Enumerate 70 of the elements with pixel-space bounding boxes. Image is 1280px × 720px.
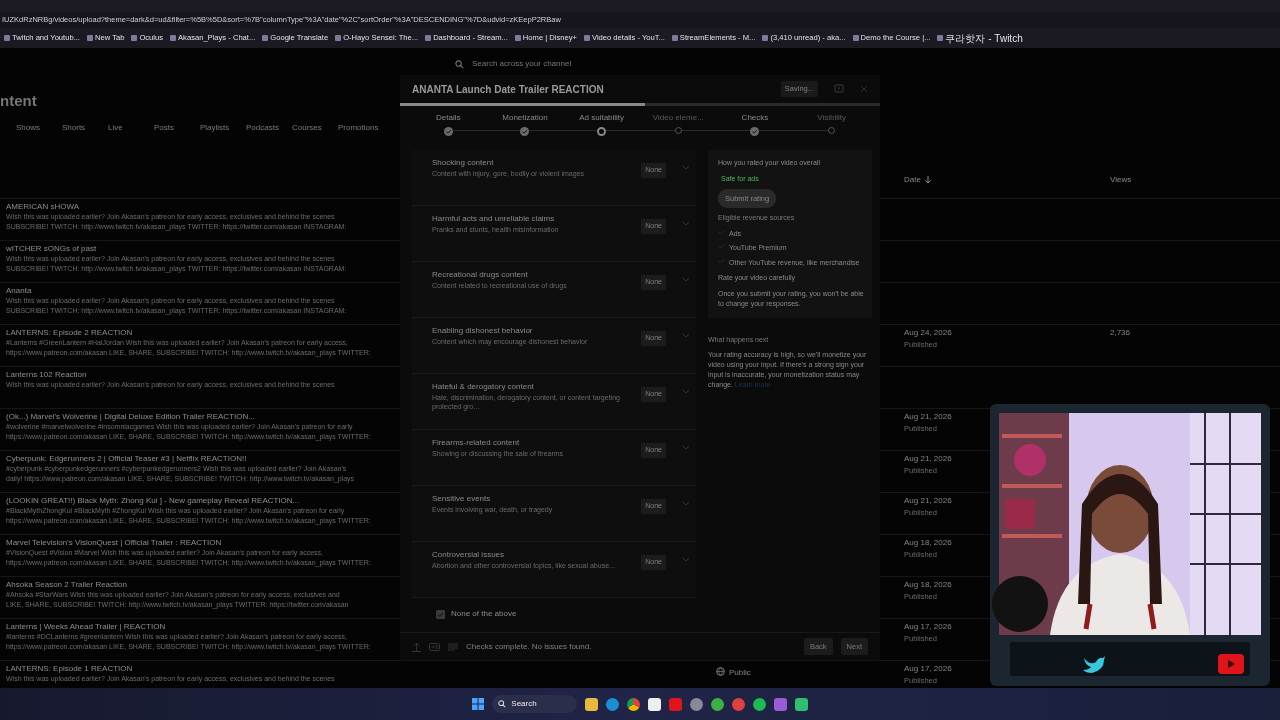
step-label[interactable]: Checks [741,112,769,124]
video-title[interactable]: LANTERNS: Episode 1 REACTION [0,661,400,674]
step-indicator[interactable] [750,127,760,136]
views-column-header: Views [1110,174,1132,186]
content-tab[interactable]: Shows [16,122,62,134]
taskbar-search[interactable]: Search [492,695,577,713]
none-of-the-above-checkbox[interactable] [436,609,445,619]
video-title[interactable]: Ahsoka Season 2 Trailer Reaction [0,577,400,590]
upload-date: Aug 18, 2026 [904,537,952,549]
chrome-icon[interactable] [626,697,640,711]
visibility-status: Public [729,667,751,679]
sort-arrow-icon[interactable] [924,176,931,184]
upload-date: Aug 21, 2026 [904,411,952,423]
upload-date: Aug 17, 2026 [904,663,952,675]
category-title: Enabling dishonest behavior [432,325,534,337]
content-tab[interactable]: Playlists [200,122,246,134]
app-icon[interactable] [773,697,787,711]
step-label[interactable]: Monetization [502,112,548,124]
video-title[interactable]: Lanterns 102 Reaction [0,367,400,380]
app-icon[interactable] [794,697,808,711]
folder-icon[interactable] [584,697,598,711]
content-tab[interactable]: Shorts [62,122,108,134]
page-heading: ntent [0,92,37,109]
video-title[interactable]: (Ok...) Marvel's Wolverine | Digital Deluxe Edition Trailer REACTION... [0,409,400,422]
video-title[interactable]: Cyberpunk: Edgerunners 2 | Official Teaser #3 | Netflix REACTION!! [0,451,400,464]
category-title: Harmful acts and unreliable claims [432,213,556,225]
category-title: Firearms-related content [432,437,521,449]
category-title: Recreational drugs content [432,269,529,281]
upload-date: Aug 18, 2026 [904,579,952,591]
video-title[interactable]: LANTERNS: Episode 2 REACTION [0,325,400,338]
search-placeholder[interactable]: Search across your channel [472,58,572,70]
video-title[interactable]: wITCHER sONGs of past [0,241,400,254]
video-title[interactable]: AMERICAN sHOWA [0,199,400,212]
category-title: Shocking content [432,157,495,169]
category-title: Controversial issues [432,549,506,561]
step-indicator[interactable] [520,127,530,136]
date-column-header[interactable]: Date [904,174,921,186]
app-icon[interactable] [731,697,745,711]
windows-start-icon[interactable] [472,698,485,710]
content-tab[interactable]: Posts [154,122,200,134]
video-title[interactable]: Marvel Television's VisionQuest | Official Trailer : REACTION [0,535,400,548]
checks-status: Checks complete. No issues found. [466,640,592,653]
upload-date: Aug 21, 2026 [904,495,952,507]
bird-icon[interactable] [1082,654,1106,674]
step-label[interactable]: Ad suitability [579,112,625,124]
step-label[interactable]: Details [436,112,461,124]
step-indicator[interactable] [443,127,453,136]
content-tab[interactable]: Promotions [338,122,384,134]
search-icon [498,700,507,708]
app-icon[interactable] [710,697,724,711]
content-tab[interactable]: Courses [292,122,338,134]
video-title[interactable]: Ananta [0,283,400,296]
category-title: Hateful & derogatory content [432,381,535,393]
upload-date: Aug 24, 2026 [904,327,952,339]
category-title: Sensitive events [432,493,492,505]
video-title[interactable]: Lanterns | Weeks Ahead Trailer | REACTION [0,619,400,632]
app-icon[interactable] [752,697,766,711]
view-count: 2,736 [1110,327,1132,339]
checkbox-label[interactable]: None of the above [451,608,517,620]
globe-icon [716,667,725,676]
search-icon [455,59,464,69]
upload-date: Aug 17, 2026 [904,621,952,633]
content-tab[interactable]: Live [108,122,154,134]
content-tab[interactable]: Podcasts [246,122,292,134]
dialog-title: ANANTA Launch Date Trailer REACTION [412,82,604,97]
browser-icon[interactable] [605,697,619,711]
video-title[interactable]: (LOOKIN GREAT!!) Black Myth: Zhong Kui ] - New gameplay Reveal REACTION... [0,493,400,506]
bookmark[interactable]: 쿠라핫자 - Twitch [937,30,1023,46]
step-indicator[interactable] [597,127,607,136]
upload-date: Aug 21, 2026 [904,453,952,465]
